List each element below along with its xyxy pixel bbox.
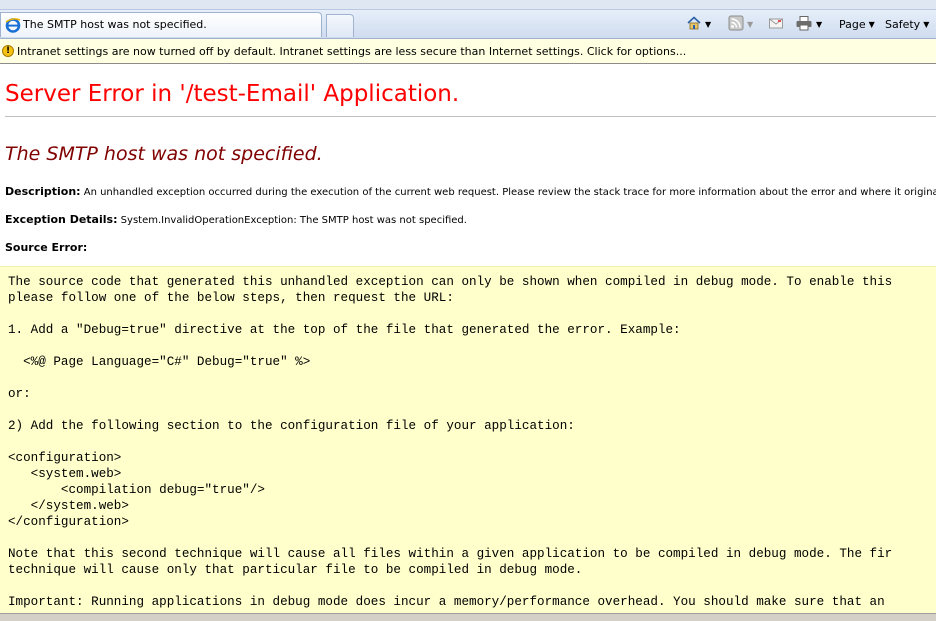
favorites-bar: [0, 0, 936, 10]
source-error-field: Source Error:: [5, 241, 87, 254]
warning-icon: !: [2, 45, 14, 57]
page-menu-button[interactable]: Page ▼: [839, 14, 875, 34]
page-menu-label: Page: [839, 17, 866, 31]
information-bar-text: Intranet settings are now turned off by …: [17, 45, 687, 58]
mail-icon: [768, 15, 784, 34]
source-line: Important: Running applications in debug…: [8, 595, 885, 609]
source-line: <compilation debug="true"/>: [8, 483, 265, 497]
home-button[interactable]: ▼: [686, 14, 711, 34]
exception-details-field: Exception Details: System.InvalidOperati…: [5, 213, 467, 226]
source-line: or:: [8, 387, 31, 401]
chevron-down-icon: ▼: [923, 19, 930, 29]
page-title: Server Error in '/test-Email' Applicatio…: [5, 81, 460, 107]
source-line: Note that this second technique will cau…: [8, 547, 893, 561]
read-mail-button[interactable]: [768, 14, 784, 34]
exception-label: Exception Details:: [5, 213, 118, 226]
description-label: Description:: [5, 185, 81, 198]
home-icon: [686, 15, 702, 34]
safety-menu-label: Safety: [885, 17, 921, 31]
source-line: <%@ Page Language="C#" Debug="true" %>: [8, 355, 311, 369]
feeds-button[interactable]: ▼: [728, 14, 753, 34]
description-text: An unhandled exception occurred during t…: [83, 187, 936, 198]
tab-active[interactable]: The SMTP host was not specified.: [0, 12, 322, 37]
print-button[interactable]: ▼: [795, 14, 822, 34]
source-line: technique will cause only that particula…: [8, 563, 583, 577]
ie-icon: [5, 17, 21, 33]
new-tab-button[interactable]: [326, 14, 354, 37]
error-title: The SMTP host was not specified.: [5, 143, 323, 165]
source-line: <system.web>: [8, 467, 122, 481]
chevron-down-icon: ▼: [868, 19, 875, 29]
safety-menu-button[interactable]: Safety ▼: [885, 14, 929, 34]
tab-title: The SMTP host was not specified.: [23, 18, 207, 31]
source-line: 1. Add a "Debug=true" directive at the t…: [8, 323, 681, 337]
chevron-down-icon: ▼: [747, 19, 754, 29]
source-error-label: Source Error:: [5, 241, 88, 254]
source-line: <configuration>: [8, 451, 122, 465]
rss-icon: [728, 15, 744, 34]
source-line: </system.web>: [8, 499, 129, 513]
exception-text: System.InvalidOperationException: The SM…: [120, 215, 467, 226]
description-field: Description: An unhandled exception occu…: [5, 185, 936, 198]
source-error-box: The source code that generated this unha…: [0, 266, 936, 613]
printer-icon: [795, 15, 813, 34]
information-bar[interactable]: ! Intranet settings are now turned off b…: [0, 39, 936, 64]
source-line: The source code that generated this unha…: [8, 275, 893, 289]
divider: [5, 116, 936, 117]
chevron-down-icon: ▼: [705, 19, 712, 29]
page-content: Server Error in '/test-Email' Applicatio…: [0, 65, 936, 613]
source-line: </configuration>: [8, 515, 129, 529]
source-line: 2) Add the following section to the conf…: [8, 419, 575, 433]
tab-bar: The SMTP host was not specified. ▼ ▼ ▼ P…: [0, 10, 936, 39]
chevron-down-icon: ▼: [816, 19, 823, 29]
source-line: please follow one of the below steps, th…: [8, 291, 454, 305]
